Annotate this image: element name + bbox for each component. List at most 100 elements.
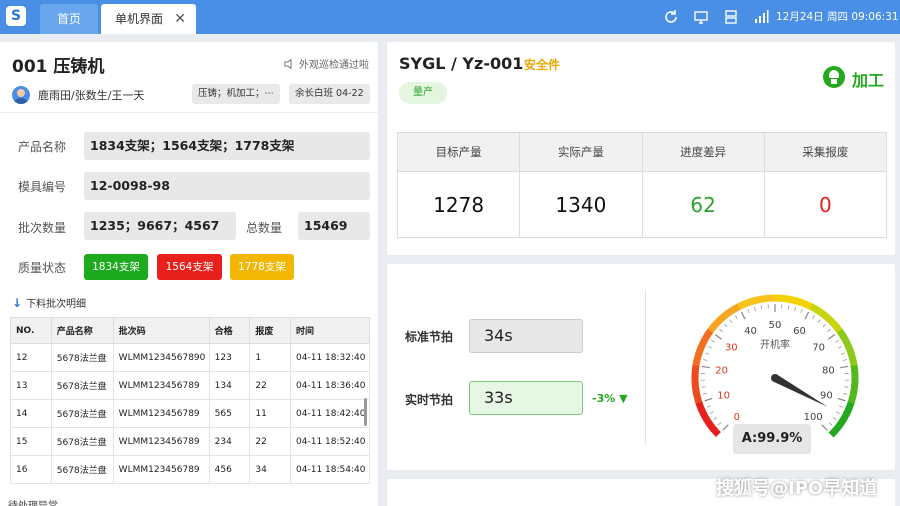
gauge-arc-segment	[845, 401, 855, 411]
inspection-text: 外观巡检通过啦	[299, 60, 369, 71]
gauge-tick	[842, 359, 847, 361]
stat-progress-diff: 进度差异 62	[642, 133, 765, 237]
gauge-tick-label: 40	[744, 326, 757, 337]
batch-qty-label: 批次数量	[18, 221, 67, 235]
gauge-ticks: 0 10 20 30 40 50 60 70 80 90 100	[701, 304, 849, 431]
cell: WLMM123456789	[112, 399, 210, 428]
cell: 5678法兰盘	[50, 343, 114, 372]
col-no: NO.	[10, 317, 52, 344]
stat-actual: 实际产量 1340	[520, 133, 643, 237]
gauge-arc-segment	[692, 357, 701, 367]
table-row[interactable]: 15 5678法兰盘 WLMM123456789 234 22 04-11 18:52:4…	[10, 427, 370, 456]
gauge-tick	[722, 424, 729, 431]
pending-exceptions[interactable]: 待处理异常	[8, 497, 58, 506]
table-row[interactable]: 12 5678法兰盘 WLMM1234567890 123 1 04-11 18:32:4…	[10, 343, 370, 372]
stat-value: 0	[819, 193, 832, 217]
rt-takt-value: 33s	[469, 381, 583, 415]
cell: 34	[249, 455, 292, 484]
mass-production-tag: 量产	[399, 82, 447, 104]
gauge-tick-label: 50	[769, 320, 782, 331]
gauge-arc-segment	[832, 422, 843, 433]
gauge-tick	[836, 411, 841, 414]
gauge-tick	[822, 323, 826, 328]
gauge-arc-segment	[843, 340, 853, 350]
gauge-arc-segment	[743, 298, 753, 308]
cell: 123	[208, 343, 251, 372]
col-time: 时间	[290, 317, 370, 344]
cell: 234	[208, 427, 251, 456]
batch-qty-field: 1235；9667；4567	[84, 212, 236, 240]
gauge-tick	[709, 411, 714, 414]
process-icon	[823, 66, 845, 88]
cell: 134	[208, 371, 251, 400]
gauge-arc-segment	[829, 318, 839, 329]
speaker-icon	[284, 58, 292, 70]
gauge-arc-segment	[847, 352, 857, 361]
process-chip[interactable]: 压铸；机加工；⋯	[192, 84, 281, 104]
quality-1564-button[interactable]: 1564支架	[157, 254, 222, 280]
gauge-tick	[794, 306, 796, 311]
table-row[interactable]: 13 5678法兰盘 WLMM123456789 134 22 04-11 18:36:4…	[10, 371, 370, 400]
cell: 04-11 18:32:40	[290, 343, 370, 372]
cell: 15	[10, 427, 52, 456]
machine-panel: 001 压铸机 外观巡检通过啦 鹿雨田/张数生/王一天 压铸；机加工；⋯ 余长白…	[0, 42, 378, 506]
gauge-arc-segment	[849, 358, 858, 367]
tab-home[interactable]: 首页	[40, 4, 98, 34]
gauge-tick-label: 10	[717, 391, 730, 402]
gauge-tick	[812, 315, 815, 320]
total-field: 15469	[298, 212, 370, 240]
machine-title: 001 压铸机	[12, 57, 105, 77]
gauge-tick	[787, 305, 790, 310]
gauge-tick	[839, 405, 844, 408]
takt-panel: 标准节拍 34s 实时节拍 33s -3% ▼ 0 10 20 30 40 50 60 70 8…	[387, 264, 895, 470]
gauge-tick	[703, 359, 708, 361]
quality-1834-button[interactable]: 1834支架	[84, 254, 148, 280]
cell: 456	[208, 455, 251, 484]
gauge-arc-segment	[833, 323, 843, 334]
quality-1778-button[interactable]: 1778支架	[230, 254, 294, 280]
gauge-arc-segment	[731, 303, 741, 313]
gauge-tick	[701, 386, 706, 388]
top-icons	[663, 6, 769, 28]
operators: 鹿雨田/张数生/王一天	[38, 89, 145, 102]
screen-icon[interactable]	[693, 9, 709, 25]
cell: 12	[10, 343, 52, 372]
refresh-icon[interactable]	[663, 9, 679, 25]
shift-chip[interactable]: 余长白班 04-22	[289, 84, 370, 104]
cell: 5678法兰盘	[50, 455, 114, 484]
product-name-label: 产品名称	[18, 140, 67, 154]
gauge-arc-segment	[700, 333, 711, 344]
gauge-tick	[827, 328, 831, 332]
cell: 04-11 18:52:40	[290, 427, 370, 456]
server-icon[interactable]	[723, 9, 739, 25]
cell: 11	[249, 399, 292, 428]
table-scrollbar[interactable]	[364, 398, 367, 426]
close-icon[interactable]: ✕	[174, 4, 186, 34]
gauge-tick	[706, 405, 711, 408]
gauge-tick	[707, 346, 712, 349]
gauge-arc-segment	[715, 314, 726, 324]
gauge-arc-segment	[695, 345, 705, 355]
total-label: 总数量	[246, 221, 283, 235]
stat-value: 1340	[555, 193, 607, 217]
table-row[interactable]: 16 5678法兰盘 WLMM123456789 456 34 04-11 18:54:4…	[10, 455, 370, 484]
process-label: 加工	[852, 71, 885, 90]
batch-detail-link[interactable]: ↓ 下料批次明细	[12, 295, 86, 310]
gauge-tick	[817, 319, 821, 323]
gauge-arc-segment	[761, 294, 770, 303]
gauge-arc-segment	[692, 389, 701, 398]
gauge-arc-segment	[836, 417, 847, 428]
gauge-arc-segment	[700, 412, 710, 422]
top-bar: S 首页 单机界面 ✕ 12月24日 周四 09:06:31	[0, 0, 900, 34]
gauge-tick-label: 70	[812, 342, 825, 353]
gauge-arc-segment	[755, 295, 764, 304]
gauge-tick	[702, 392, 707, 395]
table-row[interactable]: 14 5678法兰盘 WLMM123456789 565 11 04-11 18:42:4…	[10, 399, 370, 428]
batch-table: NO. 产品名称 批次码 合格 报废 时间 12 5678法兰盘 WLMM12345…	[10, 317, 370, 484]
stat-label: 目标产量	[398, 133, 520, 172]
takt-delta: -3% ▼	[592, 392, 628, 405]
tab-single-machine[interactable]: 单机界面 ✕	[101, 4, 196, 34]
gauge-tick	[828, 334, 836, 340]
stats-table: 目标产量 1278 实际产量 1340 进度差异 62 采集报废 0	[397, 132, 887, 238]
gauge-tick-label: 60	[793, 326, 806, 337]
